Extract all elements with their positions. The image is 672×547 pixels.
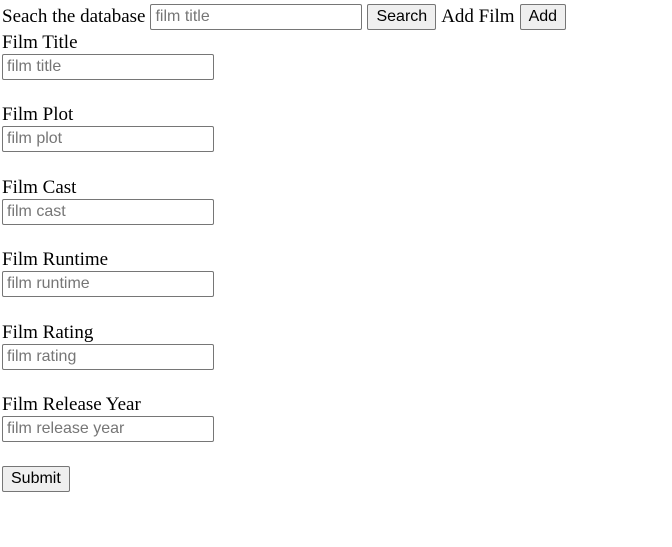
search-bar: Seach the database Search Add Film Add bbox=[2, 4, 571, 30]
add-button[interactable]: Add bbox=[519, 4, 567, 30]
field-label: Film Release Year bbox=[2, 394, 141, 415]
film-cast-input[interactable] bbox=[2, 199, 214, 225]
field-film-release-year: Film Release Year bbox=[2, 394, 214, 442]
field-label: Film Cast bbox=[2, 177, 77, 198]
field-label: Film Rating bbox=[2, 322, 94, 343]
search-input[interactable] bbox=[150, 4, 363, 30]
film-runtime-input[interactable] bbox=[2, 271, 214, 297]
field-film-plot: Film Plot bbox=[2, 104, 214, 152]
search-label: Seach the database bbox=[2, 6, 146, 27]
submit-button[interactable]: Submit bbox=[2, 466, 70, 492]
add-film-label: Add Film bbox=[441, 6, 515, 27]
field-film-cast: Film Cast bbox=[2, 177, 214, 225]
search-button[interactable]: Search bbox=[367, 4, 437, 30]
field-label: Film Runtime bbox=[2, 249, 109, 270]
field-film-title: Film Title bbox=[2, 32, 214, 80]
film-release-year-input[interactable] bbox=[2, 416, 214, 442]
field-label: Film Title bbox=[2, 32, 78, 53]
field-film-runtime: Film Runtime bbox=[2, 249, 214, 297]
film-title-input[interactable] bbox=[2, 54, 214, 80]
film-plot-input[interactable] bbox=[2, 126, 214, 152]
field-film-rating: Film Rating bbox=[2, 322, 214, 370]
film-rating-input[interactable] bbox=[2, 344, 214, 370]
field-label: Film Plot bbox=[2, 104, 74, 125]
